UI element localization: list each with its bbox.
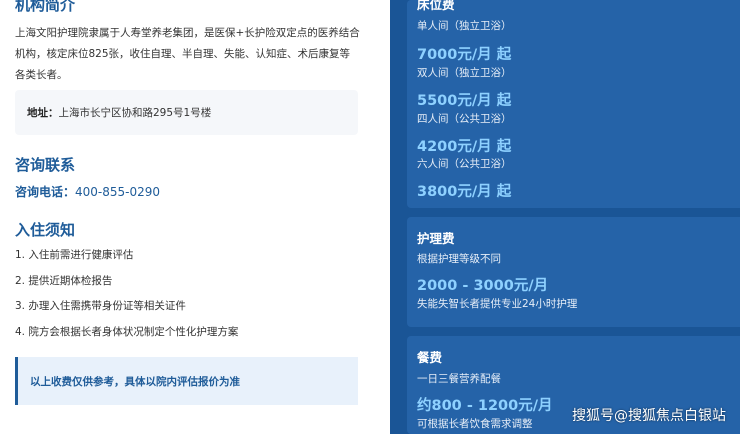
bed-fee-title: 床位费 [417, 0, 455, 12]
phone-number[interactable]: 400-855-0290 [75, 185, 160, 199]
phone-label: 咨询电话： [15, 185, 76, 199]
room-type: 单人间（独立卫浴） [417, 20, 512, 32]
care-fee-subtitle: 根据护理等级不同 [417, 253, 501, 265]
intro-text: 上海文阳护理院隶属于人寿堂养老集团，是医保+长护险双定点的医养结合机构，核定床位… [15, 27, 360, 81]
contact-title: 咨询联系 [15, 156, 76, 174]
room-price: 3800元/月 起 [417, 184, 512, 200]
notes-title: 入住须知 [15, 221, 76, 239]
list-item: 1. 入住前需进行健康评估 [15, 249, 134, 261]
care-fee-price: 2000 - 3000元/月 [417, 278, 549, 294]
list-item: 3. 办理入住需携带身份证等相关证件 [15, 300, 186, 312]
address-value: 上海市长宁区协和路295号1号楼 [58, 107, 212, 119]
meal-fee-title: 餐费 [417, 350, 443, 365]
notes-list: 1. 入住前需进行健康评估 2. 提供近期体检报告 3. 办理入住需携带身份证等… [15, 246, 238, 348]
room-price: 7000元/月 起 [417, 47, 512, 63]
bed-fee-card: 床位费 单人间（独立卫浴） 7000元/月 起 双人间（独立卫浴） 5500元/… [407, 0, 740, 208]
room-price: 5500元/月 起 [417, 93, 512, 109]
intro-title: 机构简介 [15, 0, 76, 14]
disclaimer-box: 以上收费仅供参考，具体以院内评估报价为准 [15, 357, 358, 405]
list-item: 4. 院方会根据长者身体状况制定个性化护理方案 [15, 325, 239, 338]
watermark: 搜狐号@搜狐焦点白银站 [572, 408, 726, 424]
info-column: 机构简介 上海文阳护理院隶属于人寿堂养老集团，是医保+长护险双定点的医养结合机构… [0, 0, 375, 434]
room-type: 双人间（独立卫浴） [417, 67, 512, 79]
contact-phone-row: 咨询电话：400-855-0290 [15, 183, 160, 200]
care-fee-card: 护理费 根据护理等级不同 2000 - 3000元/月 失能失智长者提供专业24… [407, 217, 740, 327]
meal-fee-subtitle: 一日三餐营养配餐 [417, 373, 501, 385]
room-type: 四人间（公共卫浴） [417, 113, 512, 125]
list-item: 2. 提供近期体检报告 [15, 274, 113, 287]
meal-fee-note: 可根据长者饮食需求调整 [417, 418, 533, 430]
care-fee-note: 失能失智长者提供专业24小时护理 [417, 298, 578, 310]
room-price: 4200元/月 起 [417, 139, 512, 155]
care-fee-title: 护理费 [417, 231, 455, 246]
room-type: 六人间（公共卫浴） [417, 158, 512, 170]
address-label: 地址： [27, 107, 59, 119]
meal-fee-price: 约800 - 1200元/月 [417, 398, 553, 414]
address-box: 地址： 上海市长宁区协和路295号1号楼 [15, 90, 358, 135]
